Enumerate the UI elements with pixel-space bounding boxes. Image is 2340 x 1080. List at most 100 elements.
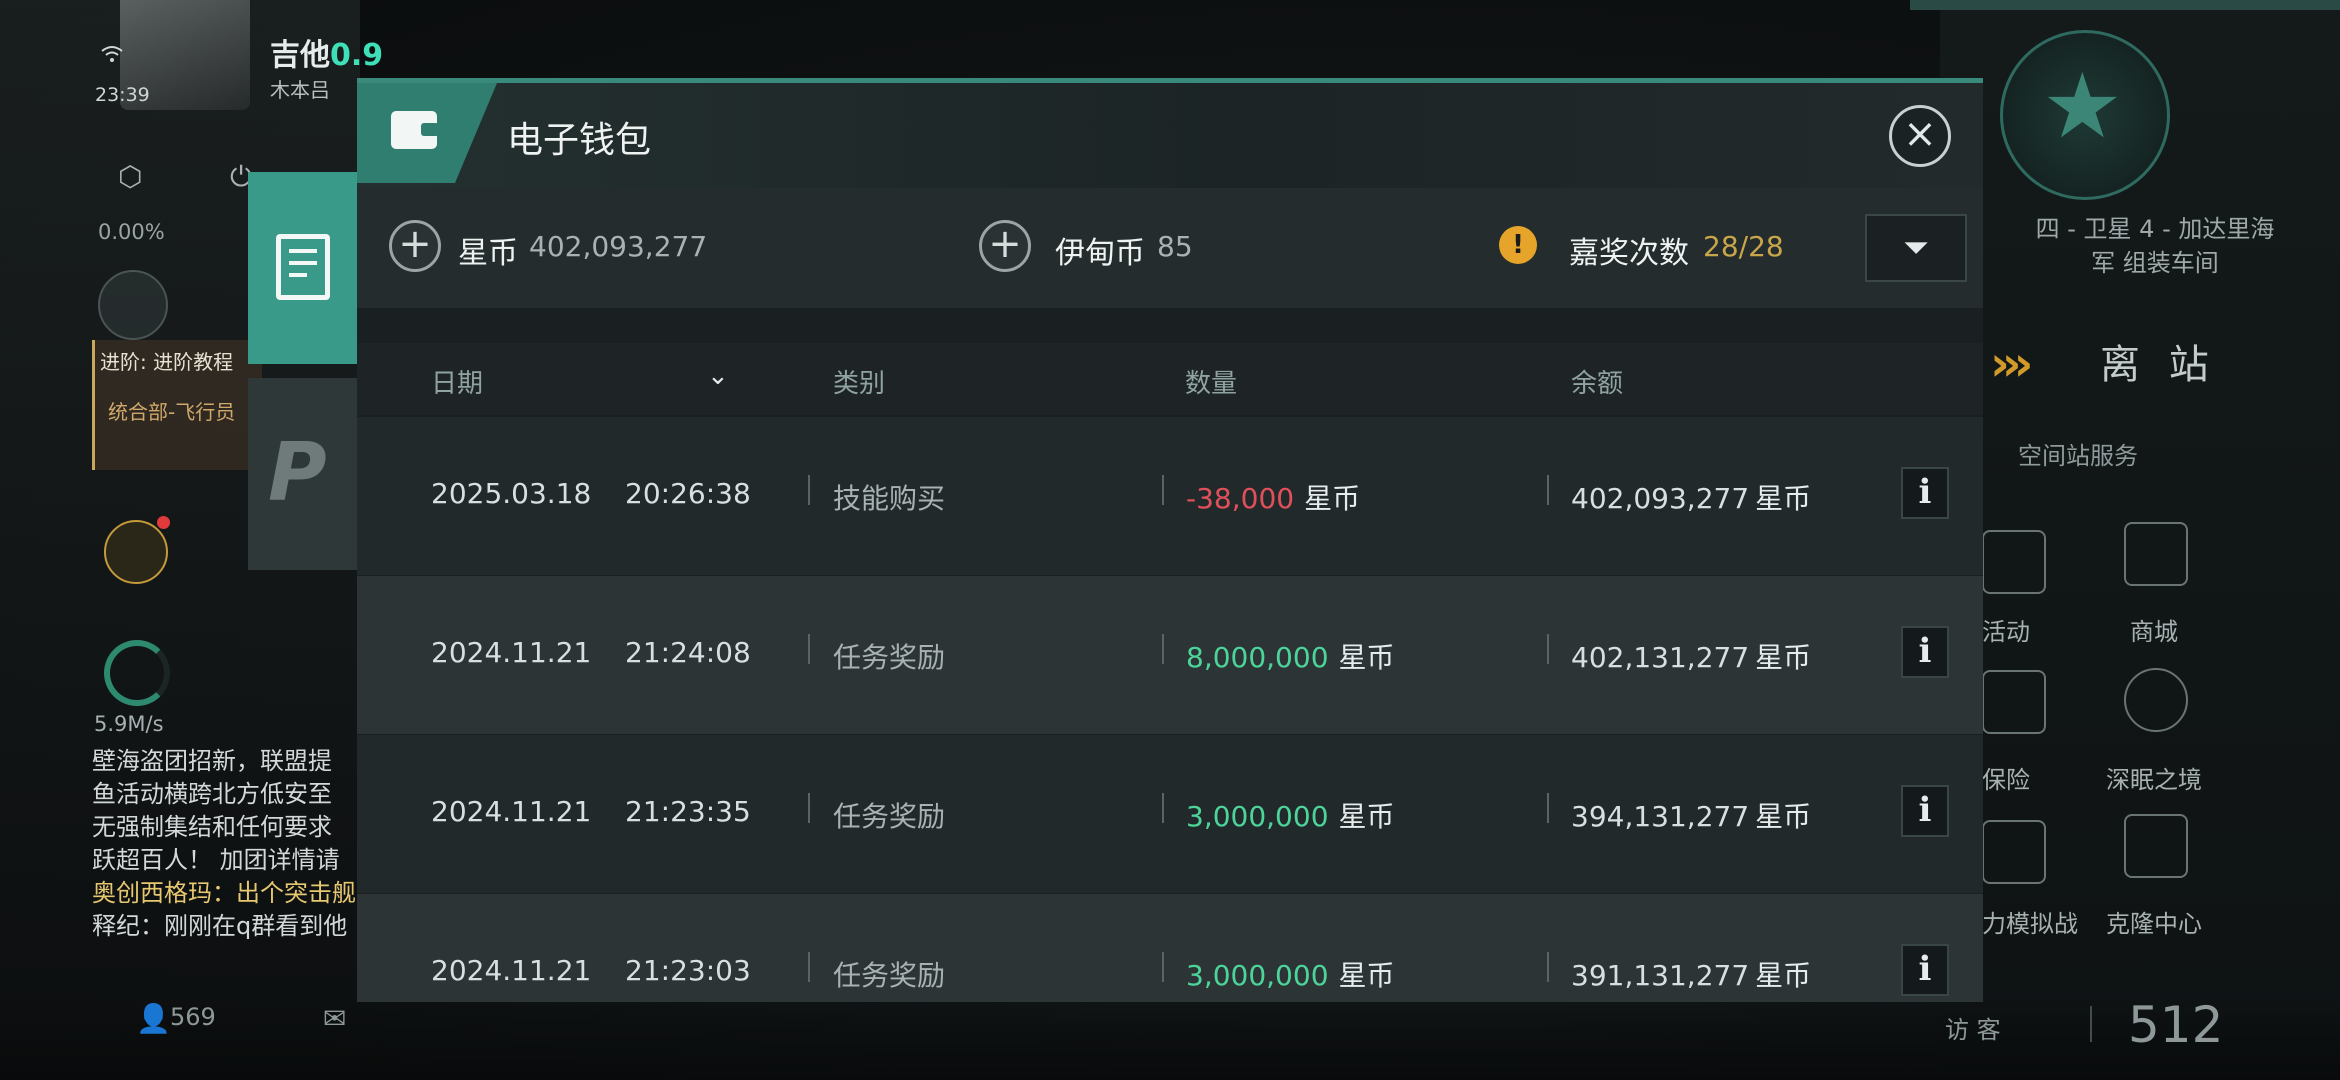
star-coin-label: 星币 — [458, 236, 518, 271]
bonus-value: 28/28 — [1703, 230, 1784, 263]
table-row[interactable]: 2024.11.21 21:24:08 任务奖励 8,000,000 星币 402… — [357, 576, 1983, 734]
divider — [1547, 793, 1549, 823]
dialog-header: 电子钱包 × — [357, 83, 1983, 188]
location-pin-icon[interactable] — [98, 270, 168, 340]
balance-value: 394,131,277 — [1571, 800, 1750, 833]
service-label: 力模拟战 — [1982, 910, 2078, 938]
tab-plex[interactable]: P — [248, 378, 358, 570]
column-date[interactable]: 日期 — [431, 363, 483, 400]
divider — [1547, 475, 1549, 505]
flags-icon[interactable] — [1982, 820, 2046, 884]
balance-unit: 星币 — [1755, 641, 1812, 674]
online-count: 569 — [170, 1003, 216, 1031]
balance-value: 402,131,277 — [1571, 641, 1750, 674]
top-right-bar — [1910, 0, 2340, 10]
row-time: 20:26:38 — [625, 477, 751, 510]
insurance-icon[interactable] — [1982, 670, 2046, 734]
player-name-text: 吉他 — [270, 38, 330, 73]
location-line-1: 四 - 卫星 4 - 加达里海 — [2035, 215, 2275, 243]
row-balance: 402,131,277 星币 — [1571, 636, 1811, 676]
row-category: 任务奖励 — [833, 800, 946, 833]
wifi-icon — [101, 46, 123, 62]
visitor-label: 访 客 — [1945, 1016, 2001, 1044]
row-time: 21:23:35 — [625, 795, 751, 828]
table-row[interactable]: 2024.11.21 21:23:03 任务奖励 3,000,000 星币 391… — [357, 894, 1983, 1002]
service-label: 保险 — [1982, 766, 2030, 794]
filter-button[interactable]: ⏷ — [1865, 214, 1967, 282]
plus-icon: + — [398, 221, 432, 267]
divider — [808, 793, 810, 823]
gift-icon[interactable] — [104, 520, 168, 584]
row-balance: 394,131,277 星币 — [1571, 795, 1811, 835]
clone-center-icon[interactable] — [2124, 814, 2188, 878]
currency-bar: + 星币 402,093,277 + 伊甸币 85 ! 嘉奖次数 28/28 ⏷ — [357, 188, 1983, 308]
divider — [1162, 475, 1164, 505]
info-button[interactable]: i — [1901, 944, 1949, 996]
plus-icon: + — [988, 221, 1022, 267]
row-time: 21:23:03 — [625, 954, 751, 987]
wallet-dialog: 电子钱包 × + 星币 402,093,277 + 伊甸币 85 ! 嘉奖次数 … — [357, 78, 1983, 1002]
balance-value: 391,131,277 — [1571, 959, 1750, 992]
row-category: 技能购买 — [833, 482, 946, 515]
filter-icon: ⏷ — [1903, 228, 1929, 266]
amount-unit: 星币 — [1304, 482, 1361, 515]
store-icon[interactable] — [2124, 522, 2188, 586]
service-label: 克隆中心 — [2106, 910, 2202, 938]
divider — [1547, 634, 1549, 664]
isk-value: 85 — [1157, 230, 1193, 263]
warning-icon[interactable]: ! — [1499, 226, 1537, 264]
player-level: 0.9 — [330, 38, 384, 73]
row-date: 2025.03.18 — [431, 477, 592, 510]
row-time: 21:24:08 — [625, 636, 751, 669]
service-label: 深眠之境 — [2106, 766, 2202, 794]
chat-panel[interactable]: 壁海盗团招新，联盟提 鱼活动横跨北方低安至 无强制集结和任何要求 跃超百人！ 加… — [92, 745, 362, 985]
close-button[interactable]: × — [1889, 105, 1951, 167]
balance-unit: 星币 — [1755, 959, 1812, 992]
add-star-coin-button[interactable]: + — [389, 220, 441, 272]
station-location: 四 - 卫星 4 - 加达里海 军 组装车间 — [1985, 212, 2325, 280]
info-icon: i — [1918, 631, 1932, 671]
chevron-down-icon[interactable]: ⌄ — [707, 361, 729, 391]
wallet-tab — [357, 83, 497, 183]
amount-unit: 星币 — [1338, 800, 1395, 833]
cube-icon[interactable]: ⬡ — [118, 160, 142, 193]
undock-button[interactable]: 离 站 — [2100, 332, 2217, 390]
fireworks-icon[interactable] — [1982, 530, 2046, 594]
info-button[interactable]: i — [1901, 785, 1949, 837]
doc-line — [289, 261, 317, 265]
close-icon: × — [1903, 111, 1937, 157]
row-amount: 3,000,000 星币 — [1186, 795, 1395, 835]
divider — [808, 475, 810, 505]
download-ring-icon — [104, 640, 170, 706]
doc-line — [289, 249, 317, 253]
chat-line: 壁海盗团招新，联盟提 — [92, 747, 332, 775]
chat-line: 鱼活动横跨北方低安至 — [92, 780, 332, 808]
player-name[interactable]: 吉他0.9 — [270, 30, 383, 74]
add-isk-button[interactable]: + — [979, 220, 1031, 272]
chat-line: 释纪：刚刚在q群看到他 — [92, 912, 348, 940]
row-category: 任务奖励 — [833, 959, 946, 992]
divider — [808, 952, 810, 982]
row-amount: 3,000,000 星币 — [1186, 954, 1395, 994]
info-icon: i — [1918, 790, 1932, 830]
chat-line: 无强制集结和任何要求 — [92, 813, 332, 841]
chat-line: 奥创西格玛：出个突击舰 — [92, 879, 356, 907]
amount-value: -38,000 — [1186, 482, 1295, 515]
bonus-label: 嘉奖次数 — [1569, 236, 1689, 271]
row-date: 2024.11.21 — [431, 795, 592, 828]
deep-sleep-icon[interactable] — [2124, 668, 2188, 732]
tab-transactions[interactable] — [248, 172, 358, 364]
balance-unit: 星币 — [1755, 800, 1812, 833]
divider — [1162, 634, 1164, 664]
mail-icon[interactable]: ✉ — [323, 1002, 346, 1035]
column-balance: 余额 — [1571, 369, 1624, 399]
document-icon — [276, 234, 330, 300]
info-button[interactable]: i — [1901, 467, 1949, 519]
amount-value: 8,000,000 — [1186, 641, 1329, 674]
visitor-count: 512 — [2128, 996, 2224, 1054]
table-row[interactable]: 2025.03.18 20:26:38 技能购买 -38,000 星币 402,0… — [357, 417, 1983, 575]
table-row[interactable]: 2024.11.21 21:23:35 任务奖励 3,000,000 星币 394… — [357, 735, 1983, 893]
row-date: 2024.11.21 — [431, 636, 592, 669]
info-button[interactable]: i — [1901, 626, 1949, 678]
info-icon: i — [1918, 949, 1932, 989]
